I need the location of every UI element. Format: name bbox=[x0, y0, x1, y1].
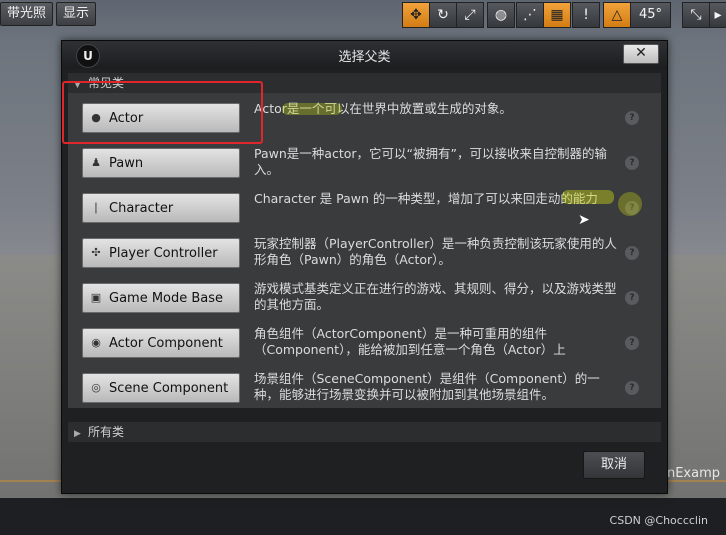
class-row-pawn: ♟ Pawn Pawn是一种actor，它可以“被拥有”，可以接收来自控制器的输… bbox=[68, 144, 661, 184]
class-row-scene-component: ◎ Scene Component 场景组件（SceneComponent）是组… bbox=[68, 369, 661, 409]
help-icon[interactable]: ? bbox=[625, 336, 639, 350]
class-button-label: Player Controller bbox=[109, 246, 218, 261]
world-local-icon[interactable]: ◍ bbox=[487, 2, 515, 28]
highlight-mark bbox=[562, 190, 614, 204]
show-button[interactable]: 显示 bbox=[56, 2, 97, 26]
highlight-mark bbox=[282, 103, 342, 115]
scale-snap-icon[interactable]: ⤡ bbox=[682, 2, 710, 28]
class-button-label: Actor Component bbox=[109, 336, 223, 351]
class-row-actor-component: ◉ Actor Component 角色组件（ActorComponent）是一… bbox=[68, 324, 661, 364]
translate-icon[interactable]: ✥ bbox=[402, 2, 430, 28]
help-icon[interactable]: ? bbox=[625, 246, 639, 260]
grid-snap-icon[interactable]: ▦ bbox=[543, 2, 571, 28]
close-button[interactable]: ✕ bbox=[623, 44, 659, 64]
actor-component-icon: ◉ bbox=[91, 336, 101, 349]
highlight-mark bbox=[618, 192, 642, 216]
scale-icon[interactable]: ⤢ bbox=[456, 2, 484, 28]
character-icon: ❘ bbox=[91, 201, 101, 214]
rotation-snap-icon[interactable]: △ bbox=[603, 2, 631, 28]
class-description: 角色组件（ActorComponent）是一种可重用的组件（Component）… bbox=[254, 326, 566, 357]
class-button-label: Character bbox=[109, 201, 174, 216]
all-classes-header[interactable]: ▶ 所有类 bbox=[68, 422, 661, 442]
class-description: 玩家控制器（PlayerController）是一种负责控制该玩家使用的人形角色… bbox=[254, 236, 617, 267]
rotate-icon[interactable]: ↻ bbox=[429, 2, 457, 28]
mouse-cursor-icon: ➤ bbox=[578, 212, 590, 228]
rotation-snap-value[interactable]: 45° bbox=[630, 2, 672, 28]
character-class-button[interactable]: ❘ Character bbox=[82, 193, 240, 223]
class-description: 游戏模式基类定义正在进行的游戏、其规则、得分，以及游戏类型的其他方面。 bbox=[254, 281, 617, 312]
help-icon[interactable]: ? bbox=[625, 111, 639, 125]
surface-snap-icon[interactable]: ⋰ bbox=[516, 2, 544, 28]
all-classes-label: 所有类 bbox=[88, 425, 125, 439]
lit-mode-button[interactable]: 带光照 bbox=[0, 2, 54, 26]
class-button-label: Scene Component bbox=[109, 381, 229, 396]
class-button-label: Game Mode Base bbox=[109, 291, 224, 306]
red-highlight-box bbox=[62, 81, 263, 144]
class-description: Pawn是一种actor，它可以“被拥有”，可以接收来自控制器的输入。 bbox=[254, 146, 607, 177]
class-row-player-controller: ✣ Player Controller 玩家控制器（PlayerControll… bbox=[68, 234, 661, 274]
grid-size-icon[interactable]: ! bbox=[572, 2, 600, 28]
actor-component-class-button[interactable]: ◉ Actor Component bbox=[82, 328, 240, 358]
cancel-button[interactable]: 取消 bbox=[583, 451, 645, 479]
game-mode-base-class-button[interactable]: ▣ Game Mode Base bbox=[82, 283, 240, 313]
player-controller-class-button[interactable]: ✣ Player Controller bbox=[82, 238, 240, 268]
watermark: CSDN @Choccclin bbox=[609, 514, 708, 527]
dialog-titlebar: U 选择父类 ✕ bbox=[62, 41, 667, 69]
player-controller-icon: ✣ bbox=[91, 246, 101, 259]
scene-component-class-button[interactable]: ◎ Scene Component bbox=[82, 373, 240, 403]
class-row-game-mode-base: ▣ Game Mode Base 游戏模式基类定义正在进行的游戏、其规则、得分，… bbox=[68, 279, 661, 319]
blueprint-label: onExamp bbox=[659, 466, 720, 481]
game-mode-icon: ▣ bbox=[90, 291, 102, 304]
class-button-label: Pawn bbox=[109, 156, 144, 171]
dialog-title: 选择父类 bbox=[338, 50, 391, 65]
pawn-class-button[interactable]: ♟ Pawn bbox=[82, 148, 240, 178]
help-icon[interactable]: ? bbox=[625, 381, 639, 395]
pawn-icon: ♟ bbox=[91, 156, 101, 169]
camera-speed-icon[interactable]: ▸ bbox=[709, 2, 726, 28]
class-description: 场景组件（SceneComponent）是组件（Component）的一种，能够… bbox=[254, 371, 600, 402]
expand-arrow-icon: ▶ bbox=[74, 429, 81, 439]
help-icon[interactable]: ? bbox=[625, 291, 639, 305]
help-icon[interactable]: ? bbox=[625, 156, 639, 170]
scene-component-icon: ◎ bbox=[91, 381, 101, 394]
